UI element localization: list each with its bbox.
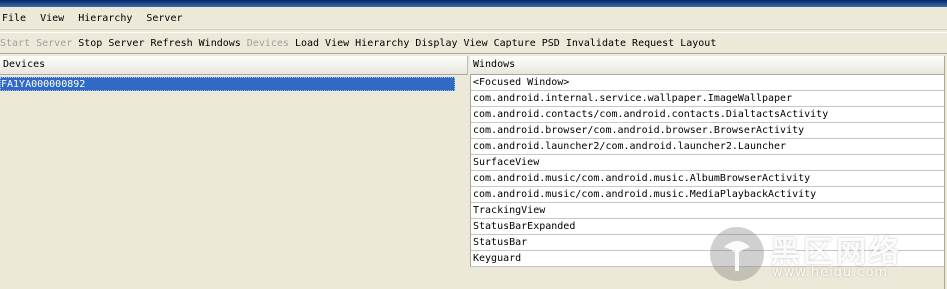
refresh-windows-button[interactable]: Refresh Windows [150, 38, 240, 49]
window-row[interactable]: com.android.contacts/com.android.contact… [471, 107, 945, 123]
window-row[interactable]: com.android.launcher2/com.android.launch… [471, 139, 945, 155]
windows-panel: Windows <Focused Window> com.android.int… [470, 56, 945, 289]
stop-server-button[interactable]: Stop Server [78, 38, 144, 49]
window-row[interactable]: com.android.music/com.android.music.Medi… [471, 187, 945, 203]
menu-view[interactable]: View [38, 13, 68, 24]
start-server-button[interactable]: Start Server [0, 38, 72, 49]
load-view-hierarchy-button[interactable]: Load View Hierarchy [295, 38, 409, 49]
menu-server[interactable]: Server [144, 13, 186, 24]
toolbar: Start Server Stop Server Refresh Windows… [0, 32, 947, 54]
window-row[interactable]: SurfaceView [471, 155, 945, 171]
windows-column-header[interactable]: Windows [470, 56, 945, 75]
menu-hierarchy[interactable]: Hierarchy [76, 13, 136, 24]
window-row[interactable]: <Focused Window> [471, 75, 945, 91]
window-row[interactable]: com.android.internal.service.wallpaper.I… [471, 91, 945, 107]
display-view-button[interactable]: Display View [415, 38, 487, 49]
window-row[interactable]: TrackingView [471, 203, 945, 219]
window-row[interactable]: Keyguard [471, 251, 945, 267]
device-row-selected[interactable]: FA1YA000000892 [0, 77, 455, 91]
menu-bar: File View Hierarchy Server [0, 8, 947, 30]
devices-list: FA1YA000000892 [0, 77, 468, 91]
windows-list: <Focused Window> com.android.internal.se… [470, 75, 945, 267]
devices-panel: Devices FA1YA000000892 [0, 56, 468, 289]
window-titlebar-edge [0, 0, 947, 7]
window-row[interactable]: StatusBar [471, 235, 945, 251]
window-row[interactable]: com.android.music/com.android.music.Albu… [471, 171, 945, 187]
window-row[interactable]: StatusBarExpanded [471, 219, 945, 235]
request-layout-button[interactable]: Request Layout [632, 38, 716, 49]
invalidate-button[interactable]: Invalidate [566, 38, 626, 49]
window-row[interactable]: com.android.browser/com.android.browser.… [471, 123, 945, 139]
capture-psd-button[interactable]: Capture PSD [494, 38, 560, 49]
devices-column-header[interactable]: Devices [0, 56, 468, 75]
menu-file[interactable]: File [0, 13, 30, 24]
devices-button[interactable]: Devices [247, 38, 289, 49]
